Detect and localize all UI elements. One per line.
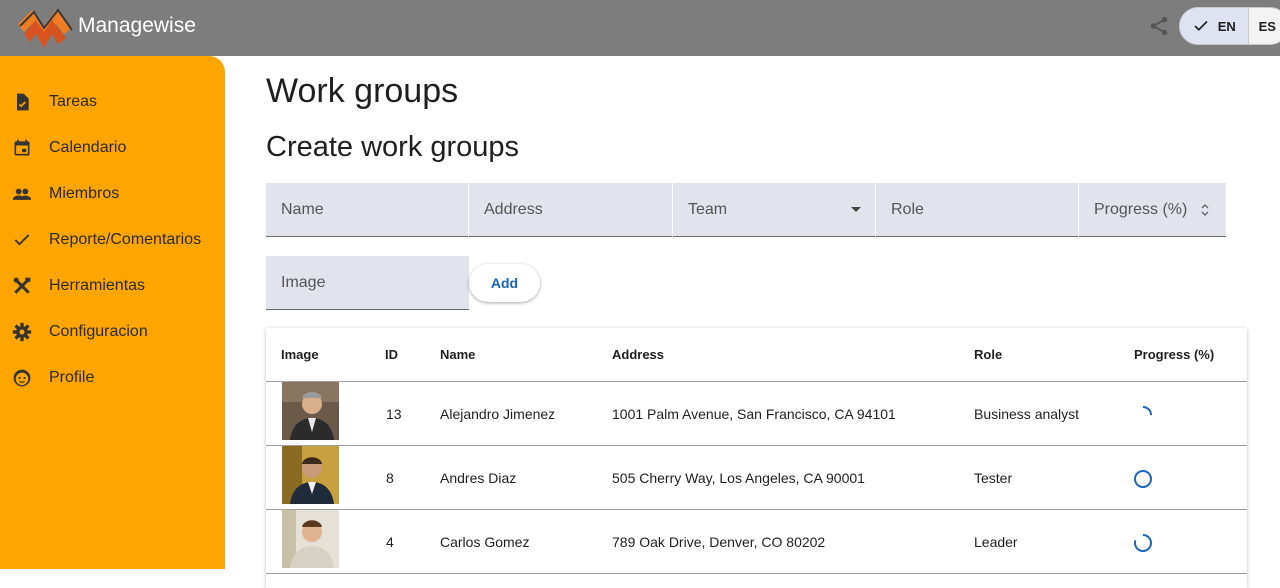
stepper-arrows-icon[interactable] (1200, 202, 1210, 218)
sidebar-item-label: Configuracion (49, 323, 148, 340)
sidebar-item-tareas[interactable]: Tareas (0, 82, 225, 122)
sidebar-item-reporte[interactable]: Reporte/Comentarios (0, 220, 225, 260)
row-name: Carlos Gomez (440, 534, 530, 550)
name-field[interactable]: Name (266, 183, 468, 237)
row-role: Business analyst (974, 406, 1080, 422)
add-button[interactable]: Add (469, 264, 540, 302)
row-role: Tester (974, 470, 1013, 486)
tools-icon (13, 277, 31, 294)
share-icon[interactable] (1148, 15, 1170, 37)
role-field-label: Role (891, 200, 924, 218)
row-id: 4 (386, 534, 394, 550)
address-field-label: Address (484, 200, 543, 218)
progress-arc (1134, 470, 1152, 488)
column-header-progress: Progress (%) (1134, 347, 1215, 362)
role-field[interactable]: Role (876, 183, 1078, 237)
task-icon (17, 93, 29, 111)
row-address: 789 Oak Drive, Denver, CO 80202 (612, 534, 826, 550)
app-title: Managewise (78, 14, 196, 37)
row-id: 8 (386, 470, 394, 486)
column-header-id: ID (385, 347, 398, 362)
row-role: Leader (974, 534, 1018, 550)
avatar (282, 382, 339, 440)
sidebar-item-label: Miembros (49, 185, 120, 202)
table-row[interactable]: 13 Alejandro Jimenez 1001 Palm Avenue, S… (266, 382, 1247, 446)
sidebar-item-calendario[interactable]: Calendario (0, 128, 225, 168)
team-select[interactable]: Team (673, 183, 875, 237)
work-groups-table: Image ID Name Address Role Progress (%) … (266, 328, 1247, 588)
check-icon (1194, 20, 1208, 31)
table-row[interactable]: 8 Andres Diaz 505 Cherry Way, Los Angele… (266, 446, 1247, 510)
progress-field-label: Progress (%) (1094, 200, 1188, 218)
sidebar-item-label: Reporte/Comentarios (49, 231, 202, 248)
gear-icon (12, 322, 32, 342)
sidebar-item-profile[interactable]: Profile (0, 358, 225, 398)
sidebar-item-configuracion[interactable]: Configuracion (0, 312, 225, 352)
language-option-es[interactable]: ES (1249, 8, 1280, 44)
row-id: 13 (386, 406, 402, 422)
progress-arc (1134, 534, 1152, 552)
progress-spinner (1134, 406, 1152, 424)
team-select-label: Team (688, 200, 728, 218)
row-name: Andres Diaz (440, 470, 517, 486)
table-row[interactable]: 4 Carlos Gomez 789 Oak Drive, Denver, CO… (266, 510, 1247, 574)
progress-spinner (1134, 470, 1152, 488)
progress-spinner (1134, 534, 1152, 552)
page-title: Work groups (266, 72, 459, 110)
column-header-name: Name (440, 347, 476, 362)
image-field[interactable]: Image (266, 256, 469, 310)
name-field-label: Name (281, 200, 324, 218)
progress-arc (1134, 406, 1152, 424)
column-header-role: Role (974, 347, 1003, 362)
row-address: 1001 Palm Avenue, San Francisco, CA 9410… (612, 406, 896, 422)
sidebar: Tareas Calendario Miembros Reporte/Comen… (0, 56, 225, 569)
dropdown-arrow-icon (851, 207, 861, 212)
image-field-label: Image (281, 273, 326, 291)
address-field[interactable]: Address (469, 183, 672, 237)
language-toggle: EN ES (1179, 7, 1280, 45)
sidebar-item-herramientas[interactable]: Herramientas (0, 266, 225, 306)
avatar (282, 510, 339, 568)
sidebar-item-label: Tareas (49, 93, 98, 110)
avatar (282, 446, 339, 504)
column-header-address: Address (612, 347, 665, 362)
language-label-es: ES (1258, 18, 1276, 34)
sidebar-item-label: Herramientas (49, 277, 146, 294)
language-label-en: EN (1217, 18, 1236, 34)
sidebar-item-miembros[interactable]: Miembros (0, 174, 225, 214)
check-icon (14, 234, 30, 246)
progress-field[interactable]: Progress (%) (1079, 183, 1226, 237)
people-icon (12, 188, 32, 200)
sidebar-item-label: Profile (49, 369, 95, 386)
language-option-en[interactable]: EN (1180, 8, 1249, 44)
face-icon (13, 369, 31, 387)
managewise-logo (18, 8, 73, 48)
section-title: Create work groups (266, 131, 520, 163)
column-header-image: Image (281, 347, 319, 362)
row-address: 505 Cherry Way, Los Angeles, CA 90001 (612, 470, 865, 486)
top-app-bar: Managewise EN ES (0, 0, 1280, 56)
row-name: Alejandro Jimenez (440, 406, 556, 422)
calendar-icon (14, 139, 30, 156)
sidebar-item-label: Calendario (49, 139, 127, 156)
